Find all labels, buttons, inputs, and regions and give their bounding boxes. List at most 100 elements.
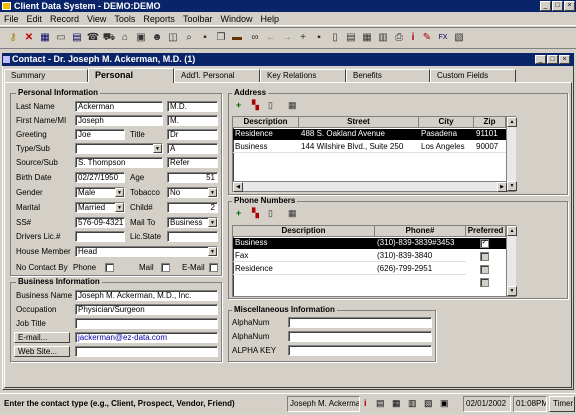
preferred-checkbox[interactable] (480, 252, 489, 261)
phone-grid-icon[interactable]: ▦ (288, 207, 297, 219)
document-icon[interactable]: ▥ (408, 397, 417, 409)
email-field[interactable]: jackerman@ez-data.com (75, 332, 218, 343)
business-name-field[interactable]: Joseph M. Ackerman, M.D., Inc. (75, 290, 218, 301)
email-button[interactable]: E-mail... (14, 332, 70, 343)
no-contact-mail-checkbox[interactable] (161, 263, 170, 272)
print-icon[interactable]: ⎙ (392, 31, 406, 45)
timer-button[interactable]: Timer (549, 396, 575, 412)
address-col-street[interactable]: Street (299, 117, 419, 128)
source-sub-field[interactable]: Refer (167, 157, 218, 168)
table-row[interactable]: Business 144 Wilshire Blvd., Suite 250 L… (233, 142, 506, 153)
home-icon[interactable]: ⌂ (118, 31, 132, 45)
tab-personal[interactable]: Personal (88, 68, 174, 83)
scroll-left-icon[interactable]: ◀ (233, 182, 243, 192)
add-phone-icon[interactable]: + (236, 207, 241, 219)
phone-book-icon[interactable]: ☎ (86, 31, 100, 45)
no-contact-phone-checkbox[interactable] (105, 263, 114, 272)
calendar-icon[interactable]: ▦ (392, 397, 401, 409)
scroll-up-icon[interactable]: ▲ (507, 117, 517, 127)
chevron-down-icon[interactable]: ▼ (208, 218, 217, 227)
chevron-down-icon[interactable]: ▼ (115, 203, 124, 212)
suffix-field[interactable]: M.D. (167, 101, 218, 112)
app-maximize-button[interactable]: □ (552, 1, 563, 11)
scroll-down-icon[interactable]: ▼ (507, 181, 517, 191)
address-vertical-scrollbar[interactable]: ▲ ▼ (506, 117, 517, 191)
menu-help[interactable]: Help (256, 12, 283, 26)
house-member-dropdown[interactable]: Head ▼ (75, 246, 218, 257)
paste-icon[interactable]: ▧ (452, 31, 466, 45)
drivers-license-field[interactable] (75, 231, 125, 242)
pencil-icon[interactable]: ✎ (420, 31, 434, 45)
menu-record[interactable]: Record (46, 12, 83, 26)
arrow-right-icon[interactable]: → (280, 31, 294, 45)
source-field[interactable]: S. Thompson (75, 157, 163, 168)
contact-maximize-button[interactable]: □ (547, 55, 558, 64)
job-title-field[interactable] (75, 318, 218, 329)
greeting-field[interactable]: Joe (75, 129, 125, 140)
delete-icon[interactable]: ✕ (22, 31, 36, 45)
app-close-button[interactable]: × (564, 1, 575, 11)
notes-icon[interactable]: ▥ (376, 31, 390, 45)
table-row[interactable]: Business (310)-839-3839#3453 ✓ (233, 238, 506, 249)
alphanum-1-field[interactable] (288, 317, 432, 328)
rolodex-icon[interactable]: ◫ (166, 31, 180, 45)
menu-reports[interactable]: Reports (139, 12, 179, 26)
occupation-field[interactable]: Physician/Surgeon (75, 304, 218, 315)
license-state-field[interactable] (167, 231, 218, 242)
menu-toolbar[interactable]: Toolbar (179, 12, 217, 26)
preferred-checkbox[interactable] (480, 278, 489, 287)
scroll-right-icon[interactable]: ▶ (497, 182, 507, 192)
grid-icon[interactable]: ▦ (38, 31, 52, 45)
trash-icon[interactable]: ▯ (328, 31, 342, 45)
preferred-checkbox[interactable] (480, 265, 489, 274)
edit-address-icon[interactable]: ▚ (252, 99, 259, 111)
table-icon[interactable]: ▧ (424, 397, 433, 409)
table-icon[interactable]: ▦ (360, 31, 374, 45)
menu-tools[interactable]: Tools (110, 12, 139, 26)
phone-col-description[interactable]: Description (233, 226, 375, 237)
address-col-zip[interactable]: Zip (474, 117, 506, 128)
search-binoculars-icon[interactable]: ⌕ (182, 31, 196, 45)
arrow-left-icon[interactable]: ← (264, 31, 278, 45)
card-icon[interactable]: ▤ (70, 31, 84, 45)
contact-minimize-button[interactable]: _ (535, 55, 546, 64)
fax-icon[interactable]: FX (436, 31, 450, 45)
menu-window[interactable]: Window (216, 12, 256, 26)
address-horizontal-scrollbar[interactable]: ◀ ▶ (232, 181, 507, 192)
copy-icon[interactable]: ❐ (214, 31, 228, 45)
tab-benefits[interactable]: Benefits (346, 69, 430, 82)
tab-summary[interactable]: Summary (4, 69, 88, 82)
alpha-key-field[interactable] (288, 345, 432, 356)
phone-col-preferred[interactable]: Preferred (466, 226, 506, 237)
phone-col-number[interactable]: Phone# (375, 226, 466, 237)
menu-edit[interactable]: Edit (23, 12, 47, 26)
last-name-field[interactable]: Ackerman (75, 101, 163, 112)
key-icon[interactable]: ⚷ (6, 31, 20, 45)
notes-icon[interactable]: ▤ (376, 397, 385, 409)
scroll-up-icon[interactable]: ▲ (507, 226, 517, 236)
info-icon[interactable]: i (364, 397, 367, 409)
binoculars-icon[interactable]: ∞ (248, 31, 262, 45)
preferred-checkbox[interactable]: ✓ (480, 239, 489, 248)
document-icon[interactable]: ▤ (344, 31, 358, 45)
middle-initial-field[interactable]: M. (167, 115, 218, 126)
marital-dropdown[interactable]: Married ▼ (75, 202, 125, 213)
child-count-field[interactable]: 2 (167, 202, 218, 213)
save-icon[interactable]: ▪ (198, 31, 212, 45)
ruler-icon[interactable]: ▭ (54, 31, 68, 45)
menu-file[interactable]: File (0, 12, 23, 26)
type-dropdown[interactable]: ▼ (75, 143, 163, 154)
edit-phone-icon[interactable]: ▚ (252, 207, 259, 219)
clipboard-icon[interactable]: ▣ (440, 397, 449, 409)
briefcase-icon[interactable]: ▬ (230, 31, 244, 45)
clipboard-icon[interactable]: ▣ (134, 31, 148, 45)
chevron-down-icon[interactable]: ▼ (208, 188, 217, 197)
floppy-icon[interactable]: ▪ (312, 31, 326, 45)
first-name-field[interactable]: Joseph (75, 115, 163, 126)
ssn-field[interactable]: 576-09-4321 (75, 217, 125, 228)
menu-view[interactable]: View (83, 12, 110, 26)
table-row[interactable]: Fax (310)-839-3840 (233, 251, 506, 262)
chevron-down-icon[interactable]: ▼ (153, 144, 162, 153)
people-icon[interactable]: ☻ (150, 31, 164, 45)
table-row[interactable]: Residence (626)-799-2951 (233, 264, 506, 275)
